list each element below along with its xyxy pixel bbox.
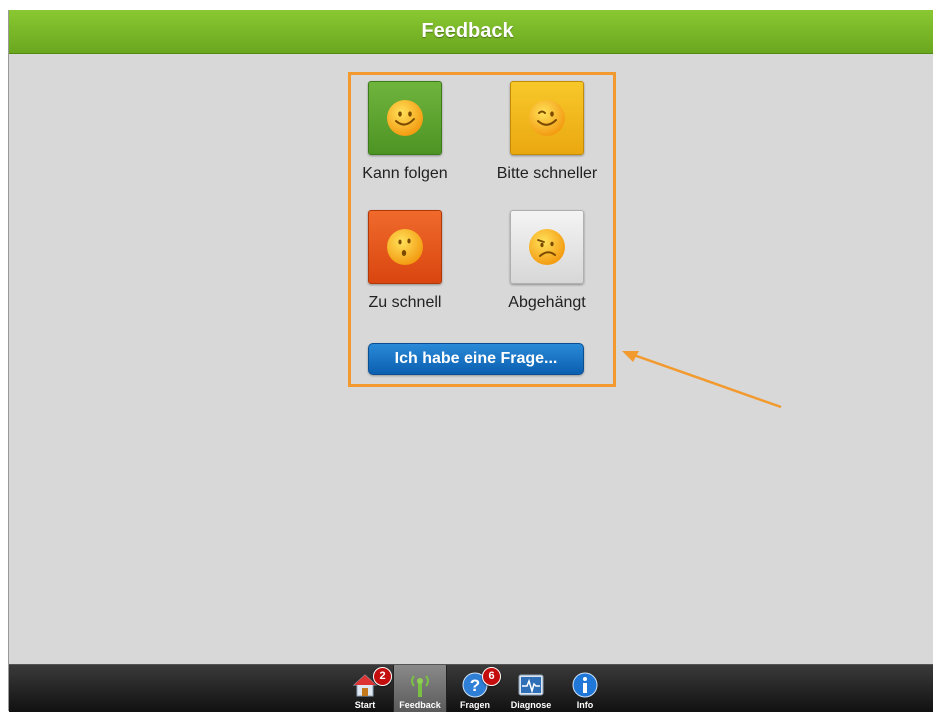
kann-folgen-tile[interactable] bbox=[368, 81, 442, 155]
pulse-monitor-icon bbox=[518, 674, 544, 696]
header-bar: Feedback bbox=[9, 10, 933, 54]
tab-fragen[interactable]: ? 6 Fragen bbox=[449, 665, 501, 712]
zu-schnell-tile[interactable] bbox=[368, 210, 442, 284]
bitte-schneller-tile[interactable] bbox=[510, 81, 584, 155]
tab-feedback[interactable]: Feedback bbox=[393, 665, 447, 712]
smile-face-icon bbox=[387, 100, 423, 136]
tab-info-label: Info bbox=[576, 700, 594, 710]
svg-text:?: ? bbox=[470, 676, 480, 695]
abgehaengt-label: Abgehängt bbox=[508, 294, 586, 311]
ask-question-button[interactable]: Ich habe eine Frage... bbox=[368, 343, 584, 375]
tab-start-label: Start bbox=[354, 700, 376, 710]
tab-start[interactable]: 2 Start bbox=[339, 665, 392, 712]
bitte-schneller-label: Bitte schneller bbox=[496, 165, 598, 182]
kann-folgen-label: Kann folgen bbox=[362, 165, 448, 182]
tab-info[interactable]: Info bbox=[559, 665, 611, 712]
tab-diagnose[interactable]: Diagnose bbox=[505, 665, 557, 712]
tab-diagnose-label: Diagnose bbox=[510, 700, 552, 710]
start-badge: 2 bbox=[373, 667, 392, 686]
abgehaengt-tile[interactable] bbox=[510, 210, 584, 284]
feedback-option-abgehaengt[interactable]: Abgehängt bbox=[477, 210, 617, 312]
tab-fragen-label: Fragen bbox=[459, 700, 490, 710]
bottom-tab-bar: 2 Start Feedback ? 6 Fragen Diagnose Inf… bbox=[9, 664, 933, 712]
zu-schnell-label: Zu schnell bbox=[368, 294, 442, 311]
feedback-option-kann-folgen[interactable]: Kann folgen bbox=[335, 81, 475, 183]
antenna-icon bbox=[411, 675, 429, 697]
fragen-badge: 6 bbox=[482, 667, 501, 686]
page-title: Feedback bbox=[421, 20, 514, 42]
annotation-arrow bbox=[622, 351, 782, 409]
tab-feedback-label: Feedback bbox=[399, 700, 441, 710]
info-icon bbox=[572, 672, 598, 698]
app-window: Feedback Kann folgen Bitte schneller Zu … bbox=[8, 10, 933, 712]
feedback-option-bitte-schneller[interactable]: Bitte schneller bbox=[477, 81, 617, 183]
smile-face-icon bbox=[529, 100, 565, 136]
worried-face-icon bbox=[387, 229, 423, 265]
sad-face-icon bbox=[529, 229, 565, 265]
feedback-option-zu-schnell[interactable]: Zu schnell bbox=[335, 210, 475, 312]
